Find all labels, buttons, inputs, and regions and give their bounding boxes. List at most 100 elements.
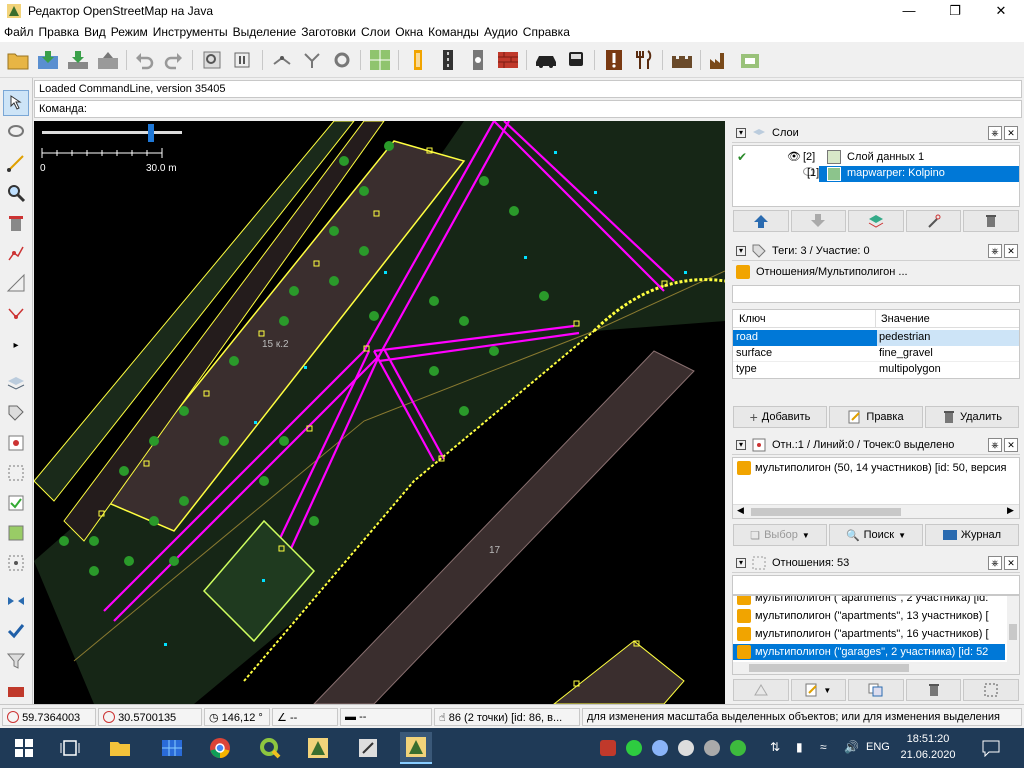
- tag-row[interactable]: surface fine_gravel: [733, 346, 1019, 362]
- horizontal-scrollbar[interactable]: ◀ ▶: [733, 504, 1019, 518]
- layer-properties-button[interactable]: [905, 210, 962, 232]
- parallel-mode-button[interactable]: [3, 240, 29, 266]
- scroll-left-icon[interactable]: ◀: [737, 505, 744, 516]
- toggle-filter-button[interactable]: [3, 648, 29, 674]
- collapse-chevron-icon[interactable]: ▾: [736, 440, 746, 450]
- menu-help[interactable]: Справка: [523, 22, 575, 42]
- josm-taskbar-icon[interactable]: [302, 732, 334, 764]
- tray-torrent-icon[interactable]: [730, 740, 746, 756]
- language-indicator[interactable]: ENG: [866, 741, 890, 753]
- draw-mode-button[interactable]: [3, 150, 29, 176]
- extrude-mode-button[interactable]: [3, 300, 29, 326]
- edit-tag-button[interactable]: Правка: [829, 406, 923, 428]
- map-canvas[interactable]: 0 30.0 m 15 к.2 17: [34, 121, 725, 704]
- tag-value[interactable]: multipolygon: [879, 363, 941, 375]
- merge-layer-button[interactable]: [848, 210, 904, 232]
- dropdown-arrow-icon[interactable]: ▼: [823, 686, 831, 695]
- selection-panel-header[interactable]: ▾ Отн.:1 / Линий:0 / Точек:0 выделено ⎈ …: [732, 435, 1020, 455]
- tray-app-icon[interactable]: [600, 740, 616, 756]
- more-tools-toggle[interactable]: ▸: [3, 332, 29, 358]
- menu-edit[interactable]: Правка: [39, 22, 85, 42]
- toggle-tags-button[interactable]: [3, 400, 29, 426]
- list-item[interactable]: мультиполигон ("apartments", 2 участника…: [733, 596, 1005, 606]
- scroll-right-icon[interactable]: ▶: [1007, 505, 1014, 516]
- move-down-button[interactable]: [790, 210, 847, 232]
- tray-update-icon[interactable]: [704, 740, 720, 756]
- collapse-chevron-icon[interactable]: ▾: [736, 558, 746, 568]
- map-preset-button[interactable]: [368, 48, 392, 72]
- delete-mode-button[interactable]: [3, 210, 29, 236]
- toggle-validation-button[interactable]: [3, 618, 29, 644]
- battery-icon[interactable]: ▮: [796, 740, 812, 756]
- preset-restaurant-button[interactable]: [632, 48, 656, 72]
- preset-car-button[interactable]: [534, 48, 558, 72]
- josm-active-taskbar-icon[interactable]: [400, 732, 432, 764]
- menu-presets[interactable]: Заготовки: [301, 22, 361, 42]
- menu-audio[interactable]: Аудио: [484, 22, 523, 42]
- tray-sync-icon[interactable]: [678, 740, 694, 756]
- tray-network-icon[interactable]: [652, 740, 668, 756]
- select-mode-button[interactable]: [3, 90, 29, 116]
- start-button[interactable]: [8, 732, 40, 764]
- layer-row[interactable]: ✔ 👁 [2] Слой данных 1: [733, 150, 1019, 166]
- volume-icon[interactable]: 🔊: [844, 740, 860, 756]
- system-clock[interactable]: 18:51:20 21.06.2020: [898, 731, 958, 763]
- preset-bus-button[interactable]: [564, 48, 588, 72]
- pin-panel-icon[interactable]: ⎈: [988, 244, 1002, 258]
- tag-row-selected[interactable]: road pedestrian: [733, 330, 1019, 346]
- wifi-icon[interactable]: ≈: [820, 740, 836, 756]
- duplicate-relation-button[interactable]: [848, 679, 904, 701]
- preferences-button[interactable]: [200, 48, 224, 72]
- vertical-scrollbar[interactable]: [1007, 596, 1019, 662]
- combine-way-button[interactable]: [300, 48, 324, 72]
- layers-panel-header[interactable]: ▾ Слои ⎈ ✕: [732, 123, 1020, 143]
- close-button[interactable]: ✕: [978, 0, 1024, 22]
- preset-shop-button[interactable]: [738, 48, 762, 72]
- tag-value[interactable]: pedestrian: [877, 330, 1019, 346]
- settings-button[interactable]: [230, 48, 254, 72]
- collapse-chevron-icon[interactable]: ▾: [736, 246, 746, 256]
- redo-button[interactable]: [162, 48, 186, 72]
- toggle-validator-button[interactable]: [3, 490, 29, 516]
- app-taskbar-icon[interactable]: [156, 732, 188, 764]
- preset-industrial-button[interactable]: [708, 48, 732, 72]
- preset-crossing-button[interactable]: [466, 48, 490, 72]
- delete-tag-button[interactable]: Удалить: [925, 406, 1019, 428]
- map-view[interactable]: 0 30.0 m 15 к.2 17: [34, 121, 725, 704]
- layer-row-selected[interactable]: [1] mapwarper: Kolpino: [803, 166, 1019, 182]
- maximize-button[interactable]: ❐: [932, 0, 978, 22]
- improve-way-button[interactable]: [3, 270, 29, 296]
- download-button[interactable]: [66, 48, 90, 72]
- upload-button[interactable]: [96, 48, 120, 72]
- reverse-way-button[interactable]: [330, 48, 354, 72]
- close-panel-icon[interactable]: ✕: [1004, 244, 1018, 258]
- dropdown-arrow-icon[interactable]: ▼: [802, 531, 810, 540]
- preset-traffic-signals-button[interactable]: [406, 48, 430, 72]
- delete-relation-button[interactable]: [905, 679, 962, 701]
- list-item[interactable]: мультиполигон ("apartments", 16 участник…: [733, 626, 1005, 642]
- toggle-minimap-button[interactable]: [3, 588, 29, 614]
- preset-road-button[interactable]: [436, 48, 460, 72]
- lasso-mode-button[interactable]: [3, 120, 29, 146]
- open-location-button[interactable]: [36, 48, 60, 72]
- explorer-taskbar-icon[interactable]: [104, 732, 136, 764]
- visible-eye-icon[interactable]: 👁: [787, 150, 801, 163]
- tray-check-icon[interactable]: [626, 740, 642, 756]
- preset-barrier-button[interactable]: [496, 48, 520, 72]
- minimize-button[interactable]: —: [886, 0, 932, 22]
- open-file-button[interactable]: [6, 48, 30, 72]
- toggle-selection-button[interactable]: [3, 430, 29, 456]
- task-view-button[interactable]: [54, 732, 86, 764]
- qgis-taskbar-icon[interactable]: [254, 732, 286, 764]
- usb-icon[interactable]: ⇅: [770, 740, 786, 756]
- menu-commands[interactable]: Команды: [428, 22, 484, 42]
- notification-center-icon[interactable]: [982, 739, 1000, 757]
- command-input[interactable]: Команда:: [34, 100, 1022, 118]
- pin-panel-icon[interactable]: ⎈: [988, 438, 1002, 452]
- edit-relation-button[interactable]: ▼: [790, 679, 847, 701]
- membership-row[interactable]: Отношения/Мультиполигон ...: [732, 263, 1020, 283]
- relations-filter[interactable]: [732, 575, 1020, 595]
- undo-button[interactable]: [132, 48, 156, 72]
- scroll-thumb[interactable]: [751, 508, 901, 516]
- select-members-button[interactable]: [963, 679, 1019, 701]
